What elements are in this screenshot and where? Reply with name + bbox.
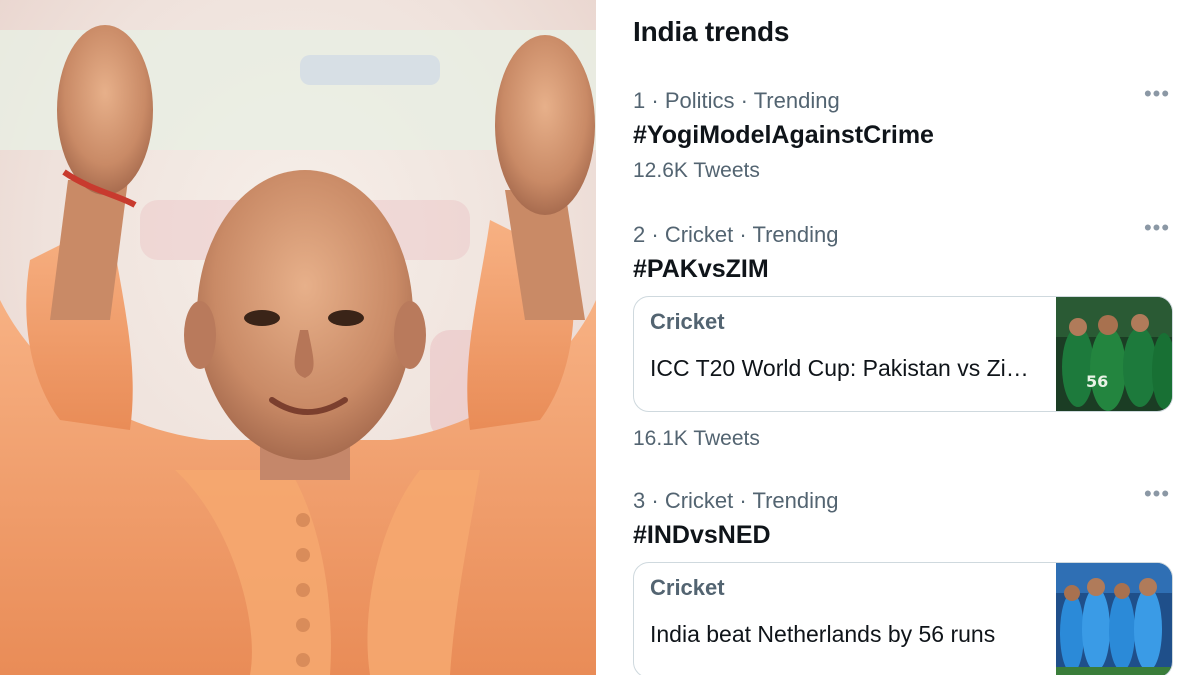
trend-meta: 2 · Cricket · Trending <box>633 220 1172 250</box>
trend-tweet-count: 16.1K Tweets <box>633 427 760 450</box>
card-category: Cricket <box>650 575 725 600</box>
card-thumbnail: 56 <box>1056 297 1172 411</box>
separator: · <box>651 488 665 513</box>
trend-status: Trending <box>753 88 840 113</box>
trend-news-card[interactable]: Cricket India beat Netherlands by 56 run… <box>633 562 1173 675</box>
card-category: Cricket <box>650 309 725 334</box>
separator: · <box>739 488 753 513</box>
card-thumbnail <box>1056 563 1172 675</box>
trend-category: Politics <box>664 88 735 113</box>
trend-meta: 1 · Politics · Trending <box>633 86 1172 116</box>
india-team-image <box>1056 563 1172 675</box>
trend-tweet-count: 12.6K Tweets <box>633 159 760 182</box>
trend-rank: 2 <box>633 222 646 247</box>
trends-panel: India trends 1 · Politics · Trending #Yo… <box>596 0 1200 675</box>
panel-title: India trends <box>633 16 790 47</box>
trend-category: Cricket <box>664 222 734 247</box>
trend-status: Trending <box>752 222 839 247</box>
separator: · <box>651 88 665 113</box>
trend-item-1[interactable]: 1 · Politics · Trending #YogiModelAgains… <box>633 83 1172 186</box>
trend-status: Trending <box>752 488 839 513</box>
separator: · <box>739 222 753 247</box>
more-horizontal-icon[interactable]: ••• <box>1142 217 1172 250</box>
trend-category: Cricket <box>664 488 734 513</box>
trend-rank: 3 <box>633 488 646 513</box>
card-headline: India beat Netherlands by 56 runs <box>650 621 996 647</box>
news-photo <box>0 0 596 675</box>
trend-news-card[interactable]: Cricket ICC T20 World Cup: Pakistan vs Z… <box>633 296 1173 412</box>
pakistan-team-image: 56 <box>1056 297 1172 411</box>
trend-rank: 1 <box>633 88 646 113</box>
trend-hashtag[interactable]: #YogiModelAgainstCrime <box>633 118 1172 152</box>
svg-text:56: 56 <box>1086 372 1108 391</box>
card-headline: ICC T20 World Cup: Pakistan vs Zimbabwe <box>650 355 1040 381</box>
separator: · <box>651 222 665 247</box>
separator: · <box>740 88 754 113</box>
trend-item-3[interactable]: 3 · Cricket · Trending #INDvsNED Cricket… <box>633 483 1173 675</box>
trend-hashtag[interactable]: #PAKvsZIM <box>633 252 1172 286</box>
trend-meta: 3 · Cricket · Trending <box>633 486 1172 516</box>
trend-item-2[interactable]: 2 · Cricket · Trending #PAKvsZIM Cricket… <box>633 217 1173 454</box>
more-horizontal-icon[interactable]: ••• <box>1142 83 1172 116</box>
photo-illustration <box>0 0 596 675</box>
trend-hashtag[interactable]: #INDvsNED <box>633 518 1172 552</box>
more-horizontal-icon[interactable]: ••• <box>1142 483 1172 516</box>
